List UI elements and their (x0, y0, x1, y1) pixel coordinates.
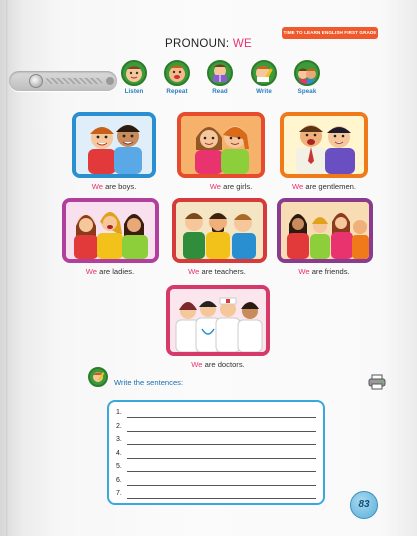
picture-boys (72, 112, 156, 178)
skill-repeat[interactable]: Repeat (161, 60, 193, 95)
skill-listen[interactable]: Listen (118, 60, 150, 95)
title-prefix: PRONOUN: (165, 38, 233, 50)
line-number: 2. (116, 422, 122, 430)
line-rule (127, 444, 316, 445)
caption-rest: are girls. (221, 182, 253, 191)
pronoun-word: We (298, 267, 310, 276)
line-number: 1. (116, 409, 122, 416)
picture-doctors (166, 285, 270, 356)
ear-icon (121, 60, 147, 86)
line-rule (127, 417, 316, 418)
audio-play-knob[interactable] (29, 74, 43, 88)
skill-label: Read (212, 88, 228, 95)
line-number: 5. (116, 463, 122, 470)
skill-write[interactable]: Write (248, 60, 280, 95)
pronoun-word: We (85, 267, 98, 276)
caption-gentlemen: We are gentlemen. (264, 182, 384, 191)
pronoun-word: We (209, 182, 222, 191)
line-rule (127, 484, 316, 486)
caption-boys: We are boys. (54, 182, 174, 191)
writing-line[interactable]: 7. (116, 490, 316, 500)
writing-line[interactable]: 3. (116, 436, 316, 446)
line-rule (127, 471, 316, 472)
caption-doctors: We are doctors. (158, 360, 278, 369)
pencil-icon (251, 60, 277, 86)
writing-line[interactable]: 2. (116, 423, 316, 433)
picture-girls (177, 112, 265, 178)
skill-label: Repeat (166, 88, 188, 95)
picture-teachers (172, 198, 267, 263)
skill-read[interactable]: Read (204, 60, 236, 95)
page-title: PRONOUN: WE (0, 38, 417, 50)
caption-rest: are teachers. (199, 267, 246, 276)
line-number: 7. (116, 490, 122, 497)
skill-label: Listen (124, 88, 144, 95)
speaking-face-icon (164, 60, 190, 86)
talking-kids-icon (294, 60, 320, 86)
pronoun-word: We (91, 182, 103, 191)
picture-friends (277, 198, 373, 263)
skill-label: Write (256, 88, 272, 95)
caption-friends: We are friends. (264, 267, 384, 276)
caption-ladies: We are ladies. (50, 267, 170, 276)
picture-ladies (62, 198, 159, 263)
page-number: 83 (350, 491, 378, 519)
pronoun-word: We (188, 267, 200, 276)
caption-teachers: We are teachers. (157, 267, 277, 276)
exercise-instruction: Write the sentences: (114, 378, 184, 387)
audio-progress-track[interactable] (45, 78, 103, 84)
workbook-page: TIME TO LEARN ENGLISH FIRST GRADE PRONOU… (0, 0, 417, 536)
writing-line[interactable]: 1. (116, 409, 316, 419)
book-icon (207, 60, 233, 86)
audio-end-marker (106, 77, 114, 85)
skill-label: Speak (297, 88, 317, 95)
printer-icon[interactable] (368, 374, 386, 390)
skill-speak[interactable]: Speak (291, 60, 323, 95)
line-rule (127, 498, 316, 499)
writing-line[interactable]: 4. (116, 450, 316, 460)
title-highlight: WE (232, 38, 252, 50)
line-number: 3. (116, 436, 122, 443)
writing-lines-box[interactable]: 1. 2. 3. 4. 5. 6. 7. (107, 400, 325, 505)
caption-rest: are ladies. (97, 267, 135, 276)
pronoun-word: We (191, 360, 203, 369)
line-number: 6. (116, 476, 122, 484)
caption-rest: are doctors. (202, 360, 245, 369)
audio-player[interactable] (9, 71, 117, 91)
caption-rest: are boys. (102, 182, 137, 191)
writing-task-icon (88, 367, 108, 387)
writing-line[interactable]: 6. (116, 477, 316, 487)
picture-gentlemen (280, 112, 368, 178)
line-number: 4. (116, 449, 122, 457)
pronoun-word: We (291, 182, 304, 191)
writing-line[interactable]: 5. (116, 463, 316, 473)
caption-rest: are gentlemen. (303, 182, 357, 191)
line-rule (127, 457, 316, 459)
caption-rest: are friends. (309, 267, 350, 276)
line-rule (127, 430, 316, 432)
